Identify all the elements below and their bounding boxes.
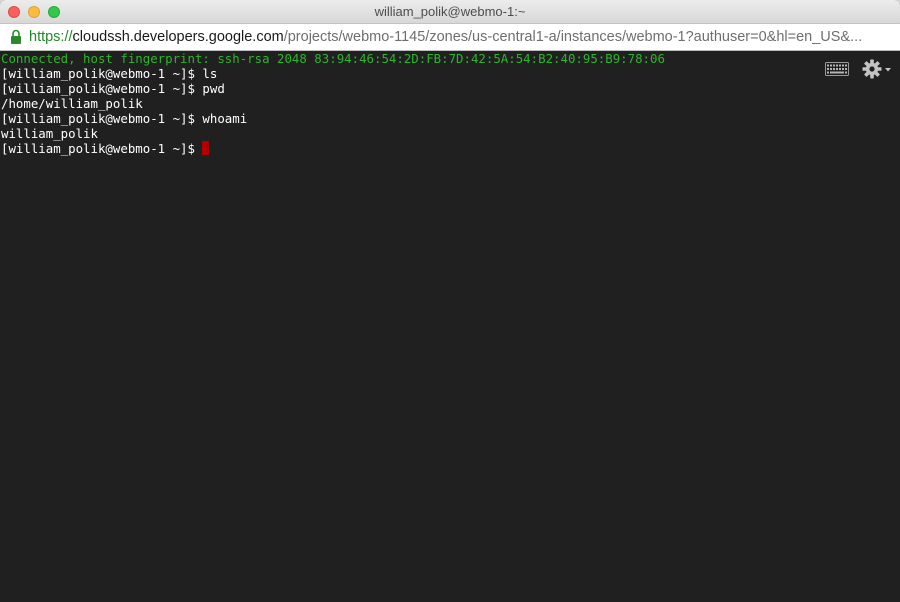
title-bar: william_polik@webmo-1:~: [0, 0, 900, 24]
gear-icon[interactable]: [862, 59, 892, 79]
url-path: /projects/webmo-1145/zones/us-central1-a…: [283, 29, 863, 45]
url-text[interactable]: https://cloudssh.developers.google.com/p…: [29, 24, 895, 50]
terminal-area[interactable]: Connected, host fingerprint: ssh-rsa 204…: [0, 51, 900, 602]
connection-status-line: Connected, host fingerprint: ssh-rsa 204…: [1, 51, 665, 66]
terminal-prompt: [william_polik@webmo-1 ~]$: [1, 141, 203, 156]
terminal-line: /home/william_polik: [1, 96, 143, 111]
keyboard-icon[interactable]: [825, 62, 849, 76]
url-host: cloudssh.developers.google.com: [72, 29, 284, 45]
chevron-down-icon: [885, 68, 891, 72]
terminal-line: [william_polik@webmo-1 ~]$ pwd: [1, 81, 225, 96]
terminal-prompt-line[interactable]: [william_polik@webmo-1 ~]$: [0, 141, 900, 156]
browser-window: william_polik@webmo-1:~ https://cloudssh…: [0, 0, 900, 602]
terminal-line: [william_polik@webmo-1 ~]$ whoami: [1, 111, 248, 126]
terminal-cursor: [202, 141, 210, 155]
terminal-line: [william_polik@webmo-1 ~]$ ls: [1, 66, 218, 81]
terminal-line: william_polik: [1, 126, 98, 141]
url-scheme: https://: [29, 29, 73, 45]
address-bar[interactable]: https://cloudssh.developers.google.com/p…: [0, 24, 900, 51]
window-title: william_polik@webmo-1:~: [374, 4, 526, 19]
lock-icon: [11, 29, 21, 44]
